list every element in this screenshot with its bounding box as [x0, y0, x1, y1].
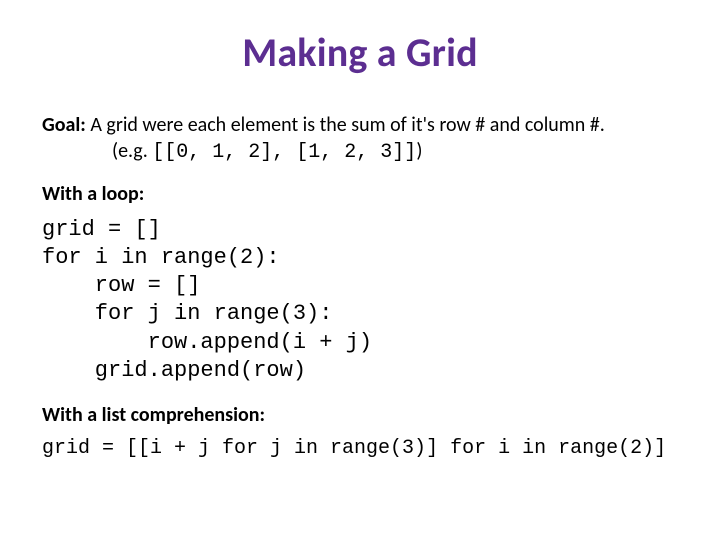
example-suffix: ) — [416, 139, 422, 163]
section-loop-label: With a loop: — [42, 182, 678, 206]
example-code: [[0, 1, 2], [1, 2, 3]] — [152, 141, 416, 164]
goal-text: A grid were each element is the sum of i… — [86, 113, 605, 137]
goal-line: Goal: A grid were each element is the su… — [42, 113, 678, 137]
example-prefix: (e.g. — [112, 139, 152, 163]
goal-label: Goal: — [42, 113, 86, 137]
example-line: (e.g. [[0, 1, 2], [1, 2, 3]]) — [42, 139, 678, 164]
code-comp: grid = [[i + j for j in range(3)] for i … — [42, 437, 678, 460]
section-comp-label: With a list comprehension: — [42, 403, 678, 427]
slide: Making a Grid Goal: A grid were each ele… — [0, 0, 720, 540]
slide-title: Making a Grid — [42, 28, 678, 77]
code-loop: grid = [] for i in range(2): row = [] fo… — [42, 216, 678, 385]
